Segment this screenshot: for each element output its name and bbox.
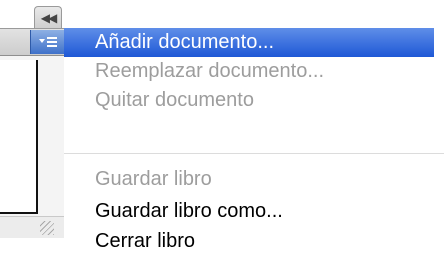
palette-menu-button[interactable] bbox=[30, 30, 64, 54]
double-chevron-left-icon: ◀◀ bbox=[40, 10, 58, 25]
palette-footer bbox=[0, 216, 64, 239]
menu-item-remove-document[interactable]: Quitar documento bbox=[64, 86, 434, 115]
menu-item-replace-document[interactable]: Reemplazar documento... bbox=[64, 57, 434, 86]
panel-menu-icon bbox=[38, 36, 57, 48]
document-list[interactable] bbox=[0, 60, 38, 214]
screen: ◀◀ Añadir documento... Reemplazar docume… bbox=[0, 0, 444, 262]
resize-grip-icon[interactable] bbox=[40, 221, 54, 235]
menu-item-save-book-as[interactable]: Guardar libro como... bbox=[64, 197, 434, 226]
menu-item-close-book[interactable]: Cerrar libro bbox=[64, 227, 434, 256]
menu-separator bbox=[64, 153, 444, 154]
palette-bottom bbox=[0, 238, 64, 262]
book-palette: ◀◀ bbox=[0, 0, 64, 262]
palette-dropdown-menu: Añadir documento... Reemplazar documento… bbox=[64, 26, 444, 262]
collapse-palette-button[interactable]: ◀◀ bbox=[34, 6, 62, 28]
menu-item-add-document[interactable]: Añadir documento... bbox=[64, 28, 434, 57]
menu-item-save-book[interactable]: Guardar libro bbox=[64, 165, 434, 194]
